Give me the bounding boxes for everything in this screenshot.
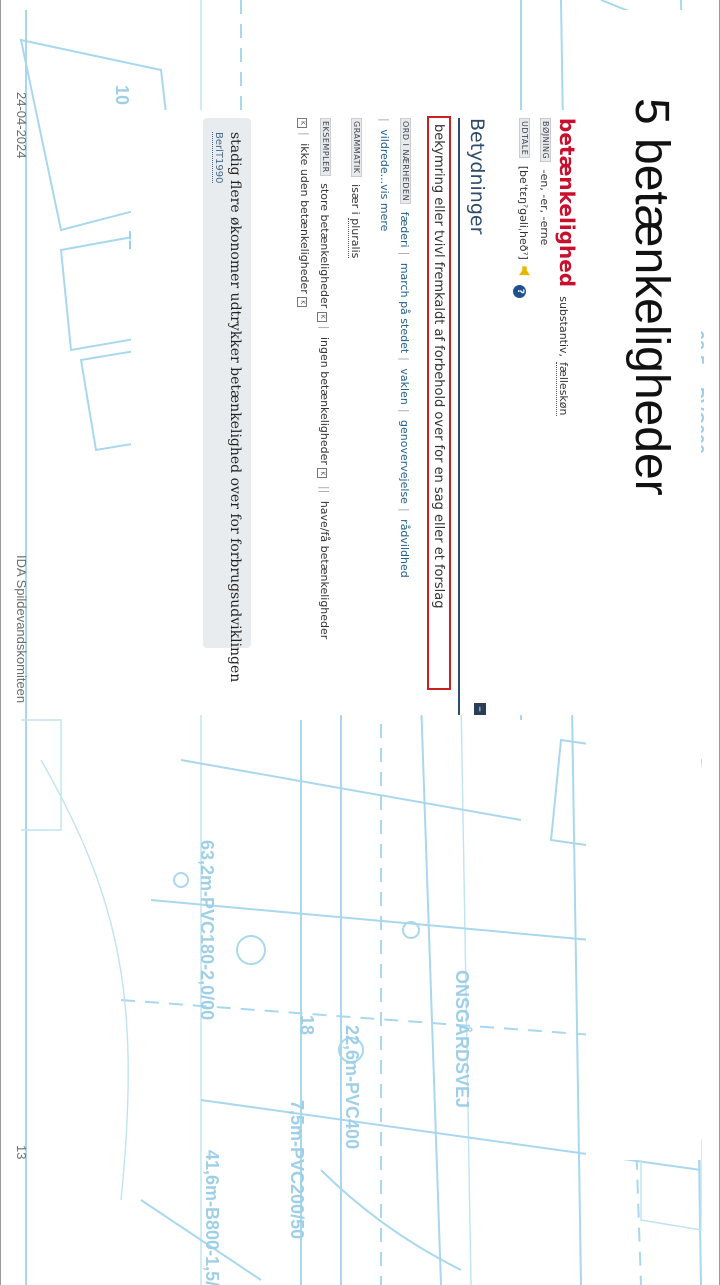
related-words-row-2: | vildrede...vis mere <box>378 118 391 232</box>
inflection-row: BØJNING -en, -er, -erne <box>538 118 551 245</box>
speaker-icon[interactable] <box>519 266 530 277</box>
page-number: 13 <box>14 1145 29 1160</box>
example-separator: || <box>318 485 331 494</box>
section-title: Betydninger <box>466 118 488 235</box>
grammar-text: især i <box>349 184 362 215</box>
inflection-forms: -en, -er, -erne <box>538 169 551 246</box>
section-divider <box>458 118 460 715</box>
examples-tag: EKSEMPLER <box>320 118 331 176</box>
copy-icon[interactable]: K <box>297 118 307 128</box>
definition-text: bekymring eller tvivl fremkaldt af forbe… <box>431 124 446 609</box>
examples-row: EKSEMPLER store betænkeligheder K| ingen… <box>317 118 331 639</box>
title-panel: 5 betænkeligheder <box>586 10 701 1160</box>
example-phrase: ikke uden betænkeligheder <box>298 143 311 294</box>
show-more-link[interactable]: ...vis mere <box>378 174 391 232</box>
related-word-link[interactable]: vildrede <box>378 129 391 173</box>
citation-box: stadig flere økonomer udtrykker betænkel… <box>203 118 251 682</box>
dictionary-entry: betænkelighed substantiv, fælleskøn BØJN… <box>131 110 581 715</box>
slide-title: 5 betænkeligheder <box>625 98 678 496</box>
headword: betænkelighed <box>555 118 579 288</box>
grammar-link[interactable]: pluralis <box>348 218 362 259</box>
example-phrase: store betænkeligheder <box>318 183 331 309</box>
copy-icon[interactable]: K <box>317 311 327 322</box>
related-tag: ORD I NÆRHEDEN <box>400 118 411 205</box>
example-phrase: ingen betænkeligheder <box>318 336 331 465</box>
citation-source[interactable]: BerlT1990 <box>212 132 224 184</box>
inflection-tag: BØJNING <box>540 118 551 163</box>
definition-highlight-box: bekymring eller tvivl fremkaldt af forbe… <box>427 116 451 690</box>
slide-page: 10 12 14 25 18 ONSGÅRDSVEJ 68,5m-PVC600 … <box>0 0 720 1285</box>
related-word-link[interactable]: march på stedet <box>398 263 411 353</box>
word-class: substantiv, <box>557 296 570 358</box>
example-phrase: have/få betænkeligheder <box>318 500 331 640</box>
related-word-link[interactable]: rådvildhed <box>398 519 411 578</box>
related-word-link[interactable]: fæderi <box>398 212 411 248</box>
citation-text: stadig flere økonomer udtrykker betænkel… <box>227 132 243 683</box>
copy-icon[interactable]: K <box>317 468 327 479</box>
footer-date: 24-04-2024 <box>14 92 29 159</box>
pronunciation: [beˈtɛŋˀgəliˌheðˀ] <box>517 165 530 260</box>
related-word-link[interactable]: genovervejelse <box>398 420 411 504</box>
related-words-row: ORD I NÆRHEDEN fæderi| march på stedet| … <box>398 118 411 578</box>
footer-organization: IDA Spildevandskomiteen <box>14 555 29 704</box>
help-icon[interactable]: ? <box>513 284 526 298</box>
grammar-row: GRAMMATIK især i pluralis <box>348 118 362 259</box>
pronunciation-tag: UDTALE <box>519 118 530 159</box>
related-word-link[interactable]: vaklen <box>398 368 411 404</box>
gender-link[interactable]: fælleskøn <box>556 362 570 416</box>
pronunciation-row: UDTALE [beˈtɛŋˀgəliˌheðˀ] ? <box>513 118 530 298</box>
rotated-slide: 5 betænkeligheder betænkelighed substant… <box>1 0 719 1285</box>
entry-header: betænkelighed substantiv, fælleskøn <box>555 118 579 416</box>
collapse-button[interactable]: – <box>474 703 487 715</box>
grammar-tag: GRAMMATIK <box>351 118 362 177</box>
copy-icon[interactable]: K <box>297 297 307 308</box>
examples-row-2: K| ikke uden betænkeligheder K <box>297 118 311 308</box>
